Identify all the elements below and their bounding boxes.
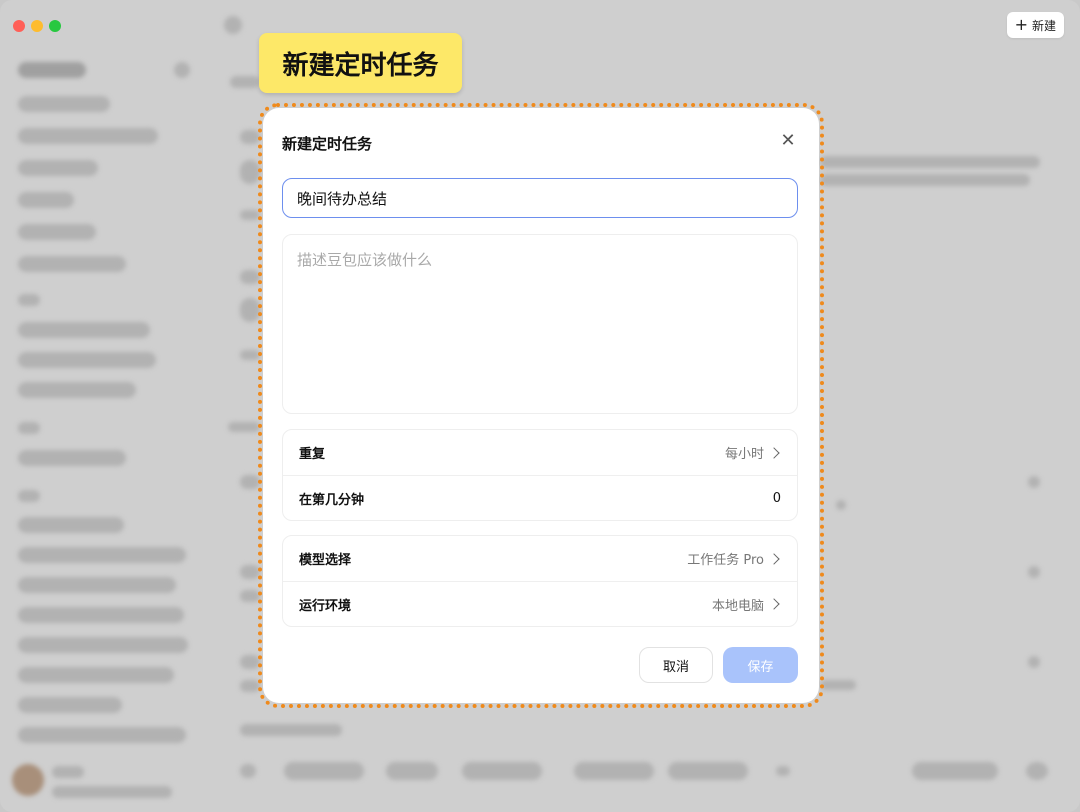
plus-icon: +: [1014, 15, 1028, 34]
save-button[interactable]: 保存: [723, 647, 798, 683]
task-description-input[interactable]: [282, 234, 798, 414]
callout-label: 新建定时任务: [259, 33, 462, 93]
run-environment-label: 运行环境: [299, 598, 352, 614]
model-select-value: 工作任务 Pro: [687, 553, 764, 568]
minute-value[interactable]: 0: [773, 491, 781, 506]
chevron-right-icon: [768, 552, 780, 565]
run-environment-row[interactable]: 运行环境 本地电脑: [283, 581, 797, 626]
dialog-title: 新建定时任务: [282, 135, 373, 153]
settings-group: 模型选择 工作任务 Pro 运行环境 本地电脑: [282, 535, 798, 627]
close-icon[interactable]: ✕: [779, 132, 797, 150]
app-window: + 新建 新建定时任务 新建定时任务 ✕ 晚间待办总结 描述豆包应该做什么 重复…: [0, 0, 1080, 812]
minute-row[interactable]: 在第几分钟 0: [283, 475, 797, 520]
model-select-label: 模型选择: [299, 553, 352, 568]
model-select-row[interactable]: 模型选择 工作任务 Pro: [283, 536, 797, 581]
schedule-group: 重复 每小时 在第几分钟 0: [282, 429, 798, 521]
repeat-label: 重复: [299, 447, 326, 462]
minute-label: 在第几分钟: [299, 492, 365, 508]
task-name-input[interactable]: [282, 178, 798, 218]
chevron-right-icon: [768, 446, 780, 459]
repeat-row[interactable]: 重复 每小时: [283, 430, 797, 475]
cancel-button[interactable]: 取消: [639, 647, 713, 683]
new-button[interactable]: + 新建: [1006, 12, 1064, 38]
minimize-window-icon[interactable]: [31, 20, 43, 32]
run-environment-value: 本地电脑: [711, 598, 764, 614]
new-scheduled-task-dialog: 新建定时任务 ✕ 重复 每小时 在第几分钟 0 模型选择 工作任务 Pro: [263, 108, 819, 703]
window-controls: [13, 20, 61, 32]
repeat-value: 每小时: [724, 447, 764, 462]
zoom-window-icon[interactable]: [49, 20, 61, 32]
chevron-right-icon: [768, 598, 780, 610]
close-window-icon[interactable]: [13, 20, 25, 32]
new-button-label: 新建: [1031, 18, 1056, 33]
